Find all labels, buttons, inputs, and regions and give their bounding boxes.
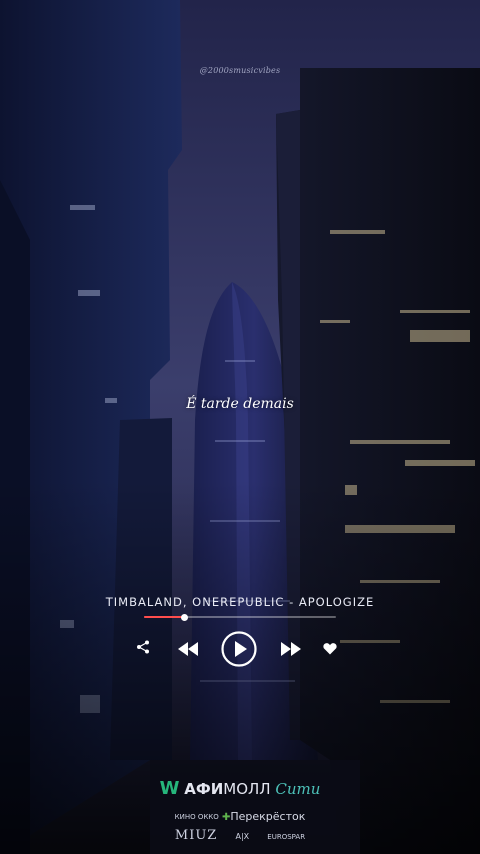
track-title: TIMBALAND, ONEREPUBLIC - APOLOGIZE [105, 595, 375, 609]
account-watermark: @2000smusicvibes [199, 66, 281, 75]
lyric-caption: É tarde demais [186, 396, 294, 412]
afimall-logo: W АФИМОЛЛ Сити [159, 778, 321, 799]
kino-okko-logo: КИНО ОККО [174, 813, 219, 821]
share-icon[interactable] [134, 638, 152, 656]
afimall-w-mark: W [159, 778, 180, 799]
heart-icon[interactable] [321, 639, 339, 657]
play-icon [221, 631, 257, 667]
player-controls [0, 630, 480, 670]
rewind-icon[interactable] [175, 638, 201, 660]
story-screen: @2000smusicvibes É tarde demais TIMBALAN… [0, 0, 480, 854]
play-button[interactable] [220, 630, 258, 668]
progress-bar[interactable] [144, 613, 336, 621]
ax-logo: A|X [235, 832, 250, 841]
progress-fill [144, 616, 185, 618]
eurospar-logo: EUROSPAR [267, 833, 306, 841]
city-skyline-background [0, 0, 480, 854]
progress-knob[interactable] [180, 613, 188, 621]
fast-forward-icon[interactable] [278, 638, 304, 660]
brand-logos-row: MIUZ A|X EUROSPAR [0, 828, 480, 843]
perekrestok-logo: Перекрёсток [230, 810, 306, 823]
miuz-logo: MIUZ [174, 828, 218, 843]
tenant-logos-row: КИНО ОККО ✚Перекрёсток [0, 810, 480, 823]
